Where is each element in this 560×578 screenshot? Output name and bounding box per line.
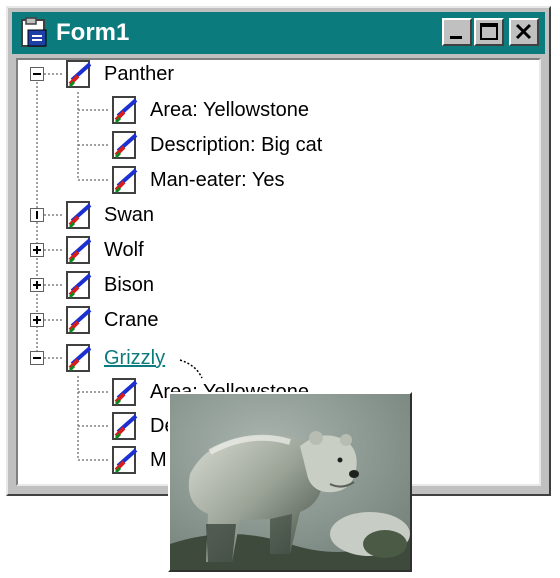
collapse-toggle-panther[interactable] (30, 67, 44, 81)
tree-node-label: Area: Yellowstone (150, 98, 310, 121)
tree-node-grizzly-description[interactable]: De (110, 410, 176, 442)
document-pencil-icon (112, 412, 138, 440)
close-button[interactable] (509, 18, 539, 46)
grizzly-photo-popup (168, 392, 412, 572)
title-bar[interactable]: Form1 (12, 12, 545, 54)
tree-node-label: Bison (104, 273, 155, 296)
tree-node-label: M (150, 448, 167, 471)
document-pencil-icon (112, 446, 138, 474)
maximize-icon (480, 23, 498, 40)
tree-node-swan[interactable]: Swan (64, 199, 154, 231)
screen: Form1 Panther Area: Yellowstone Descript… (0, 0, 560, 578)
tree-node-panther-area[interactable]: Area: Yellowstone (110, 94, 309, 126)
tree-node-panther-description[interactable]: Description: Big cat (110, 129, 322, 161)
minimize-button[interactable] (442, 18, 472, 46)
tree-node-grizzly-maneater[interactable]: M (110, 444, 167, 476)
collapse-toggle-grizzly[interactable] (30, 351, 44, 365)
app-icon[interactable] (18, 16, 54, 50)
tree-node-panther-maneater[interactable]: Man-eater: Yes (110, 164, 285, 196)
tree-node-label: Wolf (104, 238, 144, 261)
tree-node-grizzly[interactable]: Grizzly (64, 342, 165, 374)
document-pencil-icon (66, 201, 92, 229)
expand-toggle-swan[interactable] (30, 208, 44, 222)
minimize-icon (450, 36, 462, 39)
document-pencil-icon (66, 306, 92, 334)
document-pencil-icon (66, 236, 92, 264)
tree-node-label: Swan (104, 203, 155, 226)
tree-node-wolf[interactable]: Wolf (64, 234, 144, 266)
document-pencil-icon (112, 96, 138, 124)
tree-node-label: Man-eater: Yes (150, 168, 285, 191)
expand-toggle-wolf[interactable] (30, 243, 44, 257)
window-title: Form1 (56, 19, 130, 46)
tree-node-crane[interactable]: Crane (64, 304, 158, 336)
tree-node-label-hovered: Grizzly (104, 346, 166, 369)
grizzly-bear-photo (170, 394, 410, 570)
tree-node-label: Description: Big cat (150, 133, 323, 156)
document-pencil-icon (112, 131, 138, 159)
document-pencil-icon (66, 271, 92, 299)
document-pencil-icon (66, 344, 92, 372)
document-pencil-icon (112, 378, 138, 406)
expand-toggle-crane[interactable] (30, 313, 44, 327)
tree-node-bison[interactable]: Bison (64, 269, 154, 301)
maximize-button[interactable] (474, 18, 504, 46)
close-icon (515, 23, 532, 40)
tree-node-label: Panther (104, 62, 175, 85)
caption-buttons (440, 18, 539, 46)
document-pencil-icon (112, 166, 138, 194)
document-pencil-icon (66, 60, 92, 88)
tree-node-panther[interactable]: Panther (64, 60, 175, 90)
tree-node-label: Crane (104, 308, 159, 331)
expand-toggle-bison[interactable] (30, 278, 44, 292)
